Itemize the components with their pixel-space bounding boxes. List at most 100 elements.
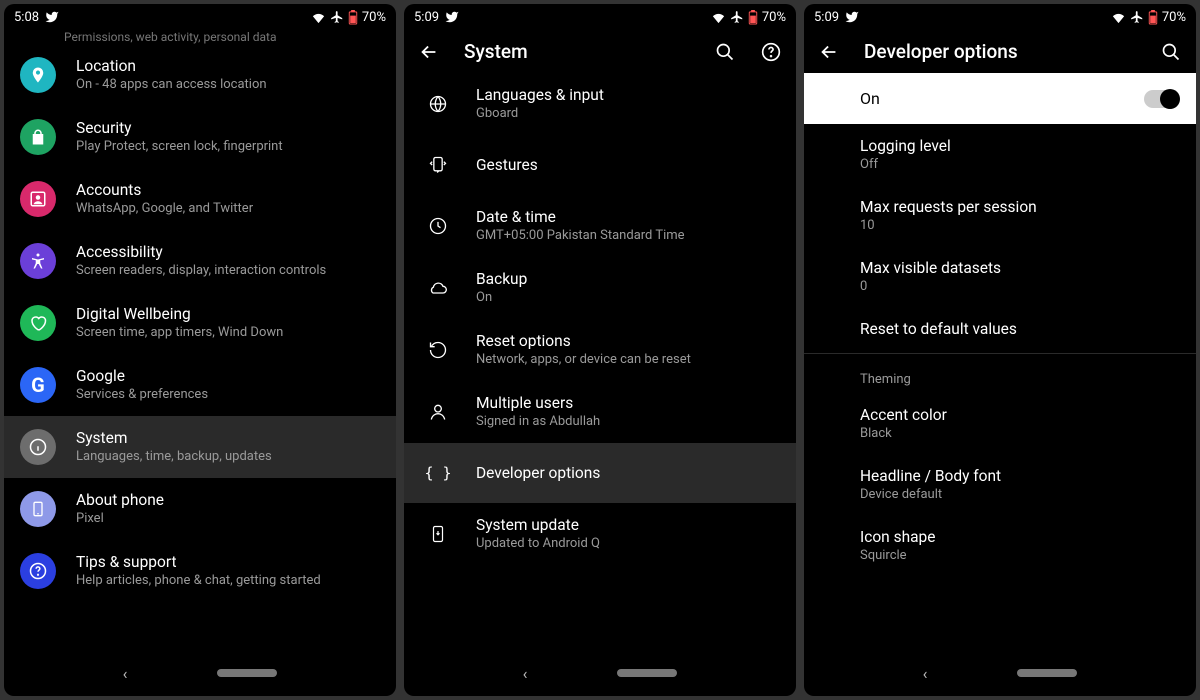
heart-icon <box>20 305 56 341</box>
system-list: Languages & inputGboard Gestures Date & ti… <box>404 73 796 656</box>
nav-back-icon[interactable]: ‹ <box>923 664 928 683</box>
item-subtitle: GMT+05:00 Pakistan Standard Time <box>476 228 780 245</box>
settings-item-location[interactable]: LocationOn - 48 apps can access location <box>4 44 396 106</box>
status-bar: 5:09 70% <box>404 4 796 28</box>
item-subtitle: Updated to Android Q <box>476 536 780 553</box>
system-item-multiple-users[interactable]: Multiple usersSigned in as Abdullah <box>404 381 796 443</box>
help-button[interactable] <box>760 41 782 63</box>
nav-home-pill[interactable] <box>617 669 677 677</box>
system-item-developer-options[interactable]: { }Developer options <box>404 443 796 503</box>
search-button[interactable] <box>1160 41 1182 63</box>
reset-icon <box>420 332 456 368</box>
wifi-icon <box>1111 10 1126 25</box>
system-item-date-time[interactable]: Date & timeGMT+05:00 Pakistan Standard T… <box>404 195 796 257</box>
master-toggle-row[interactable]: On <box>804 73 1196 124</box>
gesture-icon <box>420 147 456 183</box>
battery-percent: 70% <box>1162 10 1186 25</box>
back-button[interactable] <box>418 41 440 63</box>
divider <box>804 353 1196 354</box>
settings-item-security[interactable]: SecurityPlay Protect, screen lock, finge… <box>4 106 396 168</box>
system-screen: 5:09 70% System Languages & inputGboard G… <box>404 4 796 696</box>
battery-icon <box>348 10 358 25</box>
item-subtitle: Squircle <box>860 548 1180 563</box>
theming-item-icon-shape[interactable]: Icon shapeSquircle <box>804 515 1196 576</box>
item-subtitle: 10 <box>860 218 1180 233</box>
google-icon: G <box>20 367 56 403</box>
truncated-prev-item: Permissions, web activity, personal data <box>4 28 396 44</box>
back-button[interactable] <box>818 41 840 63</box>
nav-home-pill[interactable] <box>1017 669 1077 677</box>
item-title: Accent color <box>860 406 1180 424</box>
item-title: System update <box>476 515 780 535</box>
dev-item-max-requests-per-session[interactable]: Max requests per session10 <box>804 185 1196 246</box>
item-subtitle: Network, apps, or device can be reset <box>476 352 780 369</box>
status-bar: 5:08 70% <box>4 4 396 28</box>
dev-item-logging-level[interactable]: Logging level Off <box>804 124 1196 185</box>
page-title: System <box>464 40 690 63</box>
item-title: Tips & support <box>76 552 380 572</box>
system-item-gestures[interactable]: Gestures <box>404 135 796 195</box>
twitter-icon <box>45 10 59 24</box>
item-title: Gestures <box>476 155 780 175</box>
battery-percent: 70% <box>762 10 786 25</box>
item-subtitle: On - 48 apps can access location <box>76 77 380 94</box>
clock-icon <box>420 208 456 244</box>
item-title: Location <box>76 56 380 76</box>
item-subtitle: Off <box>860 157 1180 172</box>
airplane-icon <box>330 10 344 24</box>
location-icon <box>20 57 56 93</box>
lock-icon <box>20 119 56 155</box>
item-subtitle: Services & preferences <box>76 387 380 404</box>
system-item-languages-input[interactable]: Languages & inputGboard <box>404 73 796 135</box>
nav-home-pill[interactable] <box>217 669 277 677</box>
settings-item-digital-wellbeing[interactable]: Digital WellbeingScreen time, app timers… <box>4 292 396 354</box>
system-item-backup[interactable]: BackupOn <box>404 257 796 319</box>
item-title: Multiple users <box>476 393 780 413</box>
item-subtitle: 0 <box>860 279 1180 294</box>
settings-item-google[interactable]: G GoogleServices & preferences <box>4 354 396 416</box>
globe-icon <box>420 86 456 122</box>
nav-back-icon[interactable]: ‹ <box>123 664 128 683</box>
theming-item-headline-body-font[interactable]: Headline / Body fontDevice default <box>804 454 1196 515</box>
search-button[interactable] <box>714 41 736 63</box>
system-item-reset-options[interactable]: Reset optionsNetwork, apps, or device ca… <box>404 319 796 381</box>
settings-list: LocationOn - 48 apps can access location… <box>4 44 396 656</box>
item-subtitle: Screen readers, display, interaction con… <box>76 263 380 280</box>
nav-back-icon[interactable]: ‹ <box>523 664 528 683</box>
dev-item-max-visible-datasets[interactable]: Max visible datasets 0 <box>804 246 1196 307</box>
item-title: Reset to default values <box>860 320 1180 338</box>
system-item-system-update[interactable]: System updateUpdated to Android Q <box>404 503 796 565</box>
settings-item-tips-support[interactable]: Tips & supportHelp articles, phone & cha… <box>4 540 396 602</box>
settings-item-accessibility[interactable]: AccessibilityScreen readers, display, in… <box>4 230 396 292</box>
braces-icon: { } <box>420 455 456 491</box>
theming-item-accent-color[interactable]: Accent colorBlack <box>804 393 1196 454</box>
item-title: Headline / Body font <box>860 467 1180 485</box>
dev-item-reset-to-default-values[interactable]: Reset to default values <box>804 307 1196 351</box>
item-subtitle: Pixel <box>76 511 380 528</box>
battery-icon <box>748 10 758 25</box>
nav-bar: ‹ <box>4 656 396 696</box>
item-title: Accessibility <box>76 242 380 262</box>
accessibility-icon <box>20 243 56 279</box>
page-title: Developer options <box>864 40 1136 63</box>
battery-percent: 70% <box>362 10 386 25</box>
item-title: System <box>76 428 380 448</box>
toggle-switch[interactable] <box>1144 90 1178 108</box>
person-box-icon <box>20 181 56 217</box>
battery-icon <box>1148 10 1158 25</box>
item-title: Languages & input <box>476 85 780 105</box>
item-subtitle: Languages, time, backup, updates <box>76 449 380 466</box>
item-title: Logging level <box>860 137 1180 155</box>
item-subtitle: On <box>476 290 780 307</box>
settings-item-about-phone[interactable]: About phonePixel <box>4 478 396 540</box>
settings-item-accounts[interactable]: AccountsWhatsApp, Google, and Twitter <box>4 168 396 230</box>
developer-options-screen: 5:09 70% Developer options On Logging le… <box>804 4 1196 696</box>
status-bar: 5:09 70% <box>804 4 1196 28</box>
settings-item-system[interactable]: SystemLanguages, time, backup, updates <box>4 416 396 478</box>
item-subtitle: Signed in as Abdullah <box>476 414 780 431</box>
wifi-icon <box>711 10 726 25</box>
status-time: 5:08 <box>14 10 39 25</box>
item-title: Google <box>76 366 380 386</box>
help-icon <box>20 553 56 589</box>
item-title: Max visible datasets <box>860 259 1180 277</box>
